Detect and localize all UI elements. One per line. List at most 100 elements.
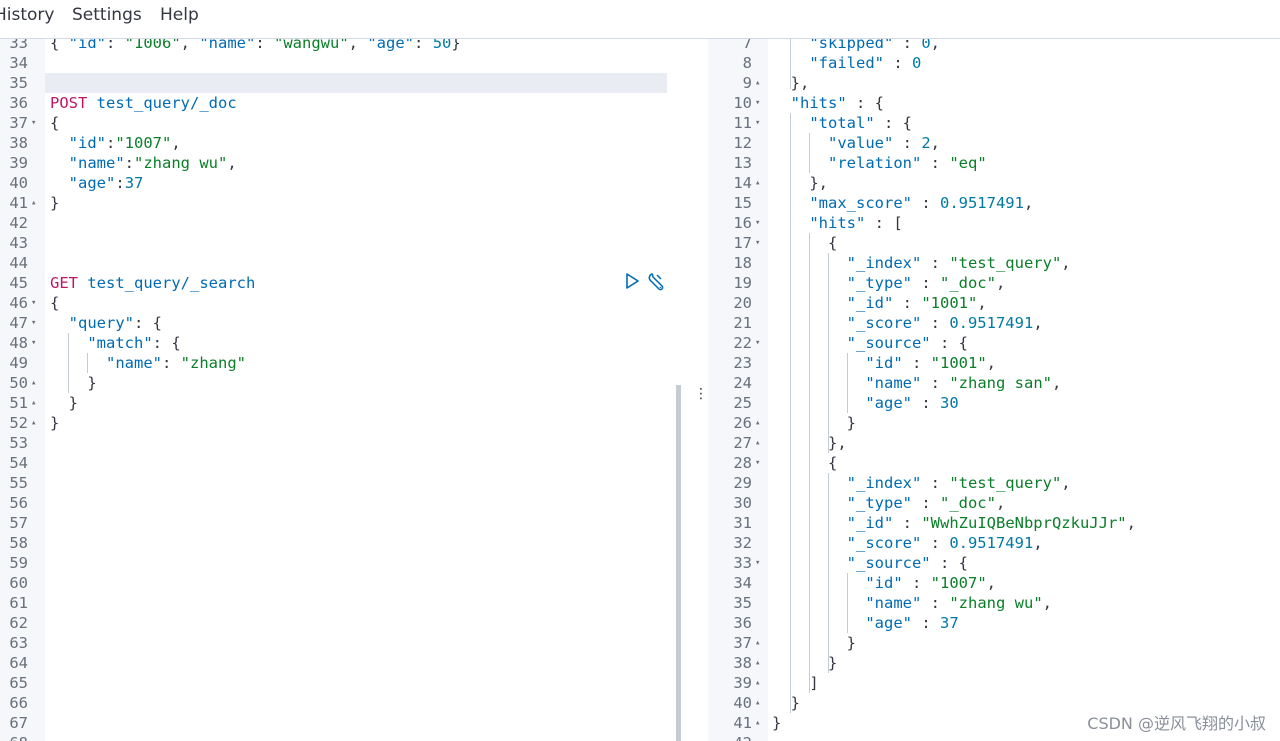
code-text[interactable]: "skipped" : 0,	[772, 39, 940, 53]
code-text[interactable]: "_type" : "_doc",	[772, 493, 1006, 513]
fold-collapse-icon[interactable]: ▴	[755, 173, 760, 193]
line-number: 19	[733, 274, 752, 292]
code-text[interactable]: },	[772, 173, 828, 193]
fold-expanded-icon[interactable]: ▾	[31, 333, 36, 353]
code-text[interactable]: "age" : 30	[772, 393, 958, 413]
code-text[interactable]: "_index" : "test_query",	[772, 253, 1071, 273]
code-text[interactable]: "age":37	[50, 173, 144, 193]
code-line: 66	[0, 693, 676, 713]
code-line: 51 ▴ }	[0, 393, 676, 413]
code-text[interactable]: "query": {	[50, 313, 162, 333]
line-number: 61	[9, 594, 28, 612]
code-text[interactable]: }	[50, 413, 59, 433]
fold-expanded-icon[interactable]: ▾	[755, 233, 760, 253]
code-text[interactable]: GET test_query/_search	[50, 273, 255, 293]
code-text[interactable]: "failed" : 0	[772, 53, 921, 73]
menu-help[interactable]: Help	[160, 5, 199, 25]
code-text[interactable]: "_source" : {	[772, 553, 968, 573]
code-text[interactable]: }	[772, 633, 856, 653]
menu-settings[interactable]: Settings	[72, 5, 142, 25]
code-text[interactable]: "_type" : "_doc",	[772, 273, 1006, 293]
code-text[interactable]: "match": {	[50, 333, 180, 353]
code-text[interactable]: POST test_query/_doc	[50, 93, 237, 113]
code-text[interactable]: { "id": "1006", "name": "wangwu", "age":…	[50, 39, 461, 53]
code-text[interactable]: "id" : "1001",	[772, 353, 996, 373]
code-line: 62	[0, 613, 676, 633]
code-text[interactable]: ]	[772, 673, 818, 693]
code-text[interactable]: }	[50, 393, 78, 413]
code-text[interactable]: "id":"1007",	[50, 133, 181, 153]
code-text[interactable]: "_source" : {	[772, 333, 968, 353]
resize-handle-icon[interactable]: ⋮	[694, 386, 708, 402]
code-text[interactable]: "_id" : "1001",	[772, 293, 987, 313]
fold-expanded-icon[interactable]: ▾	[755, 553, 760, 573]
code-text[interactable]: "value" : 2,	[772, 133, 940, 153]
fold-collapse-icon[interactable]: ▴	[755, 673, 760, 693]
code-text[interactable]: {	[772, 233, 837, 253]
code-text[interactable]: "age" : 37	[772, 613, 958, 633]
fold-expanded-icon[interactable]: ▾	[755, 213, 760, 233]
fold-collapse-icon[interactable]: ▴	[31, 413, 36, 433]
code-line: 24 "name" : "zhang san",	[708, 373, 1280, 393]
fold-expanded-icon[interactable]: ▾	[755, 93, 760, 113]
code-text[interactable]: {	[772, 453, 837, 473]
play-icon[interactable]	[624, 272, 640, 294]
code-line: 56	[0, 493, 676, 513]
code-text[interactable]: "hits" : {	[772, 93, 884, 113]
code-text[interactable]: }	[772, 713, 781, 733]
code-text[interactable]: "name" : "zhang san",	[772, 373, 1061, 393]
fold-collapse-icon[interactable]: ▴	[755, 433, 760, 453]
fold-expanded-icon[interactable]: ▾	[755, 453, 760, 473]
fold-collapse-icon[interactable]: ▴	[755, 713, 760, 733]
fold-collapse-icon[interactable]: ▴	[31, 373, 36, 393]
code-text[interactable]: "max_score" : 0.9517491,	[772, 193, 1033, 213]
code-text[interactable]: {	[50, 293, 59, 313]
fold-expanded-icon[interactable]: ▾	[31, 293, 36, 313]
code-line: 36 POST test_query/_doc	[0, 93, 676, 113]
code-text[interactable]: "_score" : 0.9517491,	[772, 533, 1043, 553]
wrench-icon[interactable]	[647, 272, 669, 296]
fold-collapse-icon[interactable]: ▴	[31, 393, 36, 413]
code-token: ,	[995, 494, 1006, 512]
code-text[interactable]: {	[50, 113, 59, 133]
code-text[interactable]: "total" : {	[772, 113, 912, 133]
menu-history[interactable]: History	[0, 5, 54, 25]
fold-expanded-icon[interactable]: ▾	[31, 113, 36, 133]
code-token: {	[772, 234, 838, 252]
code-text[interactable]: "name":"zhang wu",	[50, 153, 237, 173]
code-text[interactable]: "relation" : "eq"	[772, 153, 987, 173]
code-token: "id"	[68, 39, 106, 52]
fold-collapse-icon[interactable]: ▴	[755, 693, 760, 713]
code-text[interactable]: }	[772, 693, 800, 713]
code-text[interactable]: "hits" : [	[772, 213, 902, 233]
fold-expanded-icon[interactable]: ▾	[31, 313, 36, 333]
code-text[interactable]: }	[772, 413, 856, 433]
code-text[interactable]: "name" : "zhang wu",	[772, 593, 1052, 613]
fold-expanded-icon[interactable]: ▾	[755, 113, 760, 133]
line-number: 49	[9, 354, 28, 372]
fold-collapse-icon[interactable]: ▴	[755, 413, 760, 433]
fold-collapse-icon[interactable]: ▴	[31, 193, 36, 213]
code-token: ,	[930, 134, 941, 152]
line-number: 57	[9, 514, 28, 532]
code-text[interactable]: }	[50, 193, 59, 213]
fold-collapse-icon[interactable]: ▴	[755, 73, 760, 93]
code-text[interactable]: }	[50, 373, 96, 393]
fold-collapse-icon[interactable]: ▴	[755, 653, 760, 673]
code-text[interactable]: "_index" : "test_query",	[772, 473, 1071, 493]
code-text[interactable]: "_id" : "WwhZuIQBeNbprQzkuJJr",	[772, 513, 1136, 533]
request-editor[interactable]: 33 { "id": "1006", "name": "wangwu", "age…	[0, 39, 676, 741]
code-line: 44	[0, 253, 676, 273]
code-text[interactable]: "_score" : 0.9517491,	[772, 313, 1043, 333]
fold-collapse-icon[interactable]: ▴	[755, 633, 760, 653]
request-editor-scrollbar[interactable]	[676, 385, 681, 741]
code-text[interactable]: "id" : "1007",	[772, 573, 996, 593]
code-token: :	[902, 354, 931, 372]
code-text[interactable]: "name": "zhang"	[50, 353, 246, 373]
fold-expanded-icon[interactable]: ▾	[755, 333, 760, 353]
code-token: 37	[124, 174, 144, 192]
line-number: 32	[733, 534, 752, 552]
